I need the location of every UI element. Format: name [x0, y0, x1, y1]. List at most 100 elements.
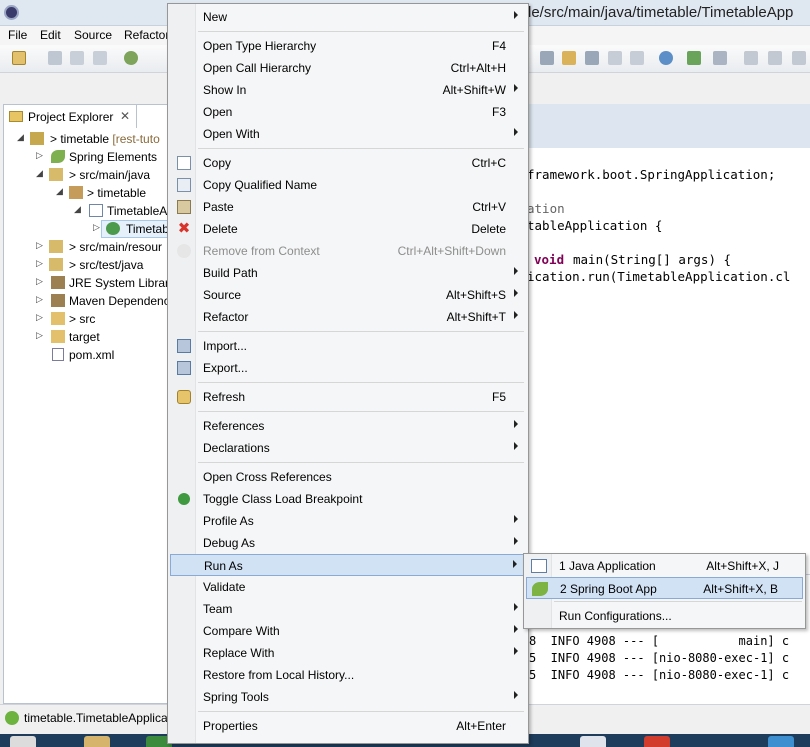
menu-item-import[interactable]: Import... — [170, 335, 526, 357]
library-icon — [51, 294, 65, 307]
tree-item-target[interactable]: ▷ target — [3, 328, 169, 346]
menu-item-spring-tools[interactable]: Spring Tools — [170, 686, 526, 708]
expanded-icon[interactable]: ◢ — [17, 133, 25, 142]
menu-item-restore-local-history[interactable]: Restore from Local History... — [170, 664, 526, 686]
menu-refactor[interactable]: Refactor — [124, 28, 169, 42]
tree-item-maven-dependencies[interactable]: ▷ Maven Dependenc — [3, 292, 170, 310]
tree-item-timetable-class[interactable]: ▷ Timetab — [3, 220, 169, 238]
menu-item-show-in[interactable]: Show In Alt+Shift+W — [170, 79, 526, 101]
collapsed-icon[interactable]: ▷ — [36, 277, 44, 286]
xml-file-icon — [52, 348, 64, 361]
class-icon — [5, 711, 19, 725]
tree-item-package-timetable[interactable]: ◢ > timetable — [3, 184, 169, 202]
menu-item-remove-from-context[interactable]: Remove from Context Ctrl+Alt+Shift+Down — [170, 240, 526, 262]
new-icon[interactable] — [12, 51, 26, 65]
menu-item-refactor[interactable]: Refactor Alt+Shift+T — [170, 306, 526, 328]
terminate-icon[interactable] — [792, 51, 806, 65]
toolbar-tool-icon[interactable] — [687, 51, 701, 65]
menu-item-open-cross-references[interactable]: Open Cross References — [170, 466, 526, 488]
expanded-icon[interactable]: ◢ — [74, 205, 82, 214]
menu-item-copy[interactable]: Copy Ctrl+C — [170, 152, 526, 174]
menu-item-open-call-hierarchy[interactable]: Open Call Hierarchy Ctrl+Alt+H — [170, 57, 526, 79]
debug-icon[interactable] — [124, 51, 138, 65]
expanded-icon[interactable]: ◢ — [56, 187, 64, 196]
menu-item-open-with[interactable]: Open With — [170, 123, 526, 145]
delete-icon: ✖ — [177, 220, 191, 237]
menu-item-refresh[interactable]: Refresh F5 — [170, 386, 526, 408]
submenu-item-spring-boot-app[interactable]: 2 Spring Boot App Alt+Shift+X, B — [526, 577, 803, 599]
taskbar-app-icon[interactable] — [580, 736, 606, 747]
explorer-icon[interactable] — [84, 736, 110, 747]
menu-item-source[interactable]: Source Alt+Shift+S — [170, 284, 526, 306]
submenu-item-run-configurations[interactable]: Run Configurations... — [526, 605, 803, 627]
menu-item-properties[interactable]: Properties Alt+Enter — [170, 715, 526, 737]
menu-item-validate[interactable]: Validate — [170, 576, 526, 598]
menu-item-debug-as[interactable]: Debug As — [170, 532, 526, 554]
spring-boot-icon — [532, 582, 548, 596]
tree-item-src-test-java[interactable]: ▷ > src/test/java — [3, 256, 169, 274]
save-all-icon[interactable] — [70, 51, 84, 65]
menu-item-delete[interactable]: ✖ Delete Delete — [170, 218, 526, 240]
tree-item-timetable[interactable]: ◢ > timetable [rest-tuto — [3, 130, 169, 148]
tree-item-src[interactable]: ▷ > src — [3, 310, 169, 328]
start-icon[interactable] — [10, 736, 36, 747]
collapsed-icon[interactable]: ▷ — [36, 331, 44, 340]
code-line: framework.boot.SpringApplication; — [527, 167, 776, 182]
menu-edit[interactable]: Edit — [40, 28, 61, 42]
menu-item-copy-qualified-name[interactable]: Copy Qualified Name — [170, 174, 526, 196]
menu-source[interactable]: Source — [74, 28, 112, 42]
submenu-arrow-icon — [514, 289, 518, 297]
save-icon[interactable] — [48, 51, 62, 65]
tree-item-src-main-resources[interactable]: ▷ > src/main/resour — [3, 238, 169, 256]
source-folder-icon — [49, 258, 63, 271]
chrome-icon[interactable] — [644, 736, 670, 747]
submenu-item-java-application[interactable]: 1 Java Application Alt+Shift+X, J — [526, 555, 803, 577]
menu-item-run-as[interactable]: Run As — [170, 554, 526, 576]
taskbar-app-icon[interactable] — [768, 736, 794, 747]
collapsed-icon[interactable]: ▷ — [93, 223, 101, 232]
menu-item-open[interactable]: Open F3 — [170, 101, 526, 123]
menu-item-references[interactable]: References — [170, 415, 526, 437]
submenu-arrow-icon — [514, 647, 518, 655]
menu-separator — [198, 148, 524, 149]
menu-item-declarations[interactable]: Declarations — [170, 437, 526, 459]
submenu-arrow-icon — [514, 128, 518, 136]
menu-separator — [554, 601, 802, 602]
collapsed-icon[interactable]: ▷ — [36, 241, 44, 250]
menu-item-open-type-hierarchy[interactable]: Open Type Hierarchy F4 — [170, 35, 526, 57]
paragraph-icon[interactable] — [630, 51, 644, 65]
resume-icon[interactable] — [744, 51, 758, 65]
menu-item-team[interactable]: Team — [170, 598, 526, 620]
expanded-icon[interactable]: ◢ — [36, 169, 44, 178]
close-icon[interactable]: ✕ — [120, 109, 130, 123]
pencil-icon[interactable] — [562, 51, 576, 65]
tree-item-jre-library[interactable]: ▷ JRE System Library — [3, 274, 175, 292]
toolbar-tool-icon[interactable] — [608, 51, 622, 65]
suspend-icon[interactable] — [768, 51, 782, 65]
globe-icon[interactable] — [659, 51, 673, 65]
menu-item-build-path[interactable]: Build Path — [170, 262, 526, 284]
class-load-icon — [178, 493, 190, 505]
tree-item-pom-xml[interactable]: pom.xml — [3, 346, 169, 364]
tree-item-spring-elements[interactable]: ▷ Spring Elements — [3, 148, 169, 166]
tree-item-src-main-java[interactable]: ◢ > src/main/java — [3, 166, 169, 184]
menu-item-toggle-class-load-breakpoint[interactable]: Toggle Class Load Breakpoint — [170, 488, 526, 510]
collapsed-icon[interactable]: ▷ — [36, 295, 44, 304]
collapsed-icon[interactable]: ▷ — [36, 259, 44, 268]
menu-item-profile-as[interactable]: Profile As — [170, 510, 526, 532]
menu-item-new[interactable]: New — [170, 6, 526, 28]
print-icon[interactable] — [93, 51, 107, 65]
menu-item-compare-with[interactable]: Compare With — [170, 620, 526, 642]
toolbar-tool-icon[interactable] — [540, 51, 554, 65]
menu-file[interactable]: File — [8, 28, 27, 42]
menu-separator — [198, 411, 524, 412]
toolbar-tool-icon[interactable] — [585, 51, 599, 65]
tree-item-timetable-java[interactable]: ◢ TimetableA — [3, 202, 169, 220]
menu-item-replace-with[interactable]: Replace With — [170, 642, 526, 664]
tab-project-explorer[interactable]: Project Explorer ✕ — [3, 104, 137, 128]
menu-item-export[interactable]: Export... — [170, 357, 526, 379]
collapsed-icon[interactable]: ▷ — [36, 313, 44, 322]
collapsed-icon[interactable]: ▷ — [36, 151, 44, 160]
toolbar-tool-icon[interactable] — [713, 51, 727, 65]
menu-item-paste[interactable]: Paste Ctrl+V — [170, 196, 526, 218]
